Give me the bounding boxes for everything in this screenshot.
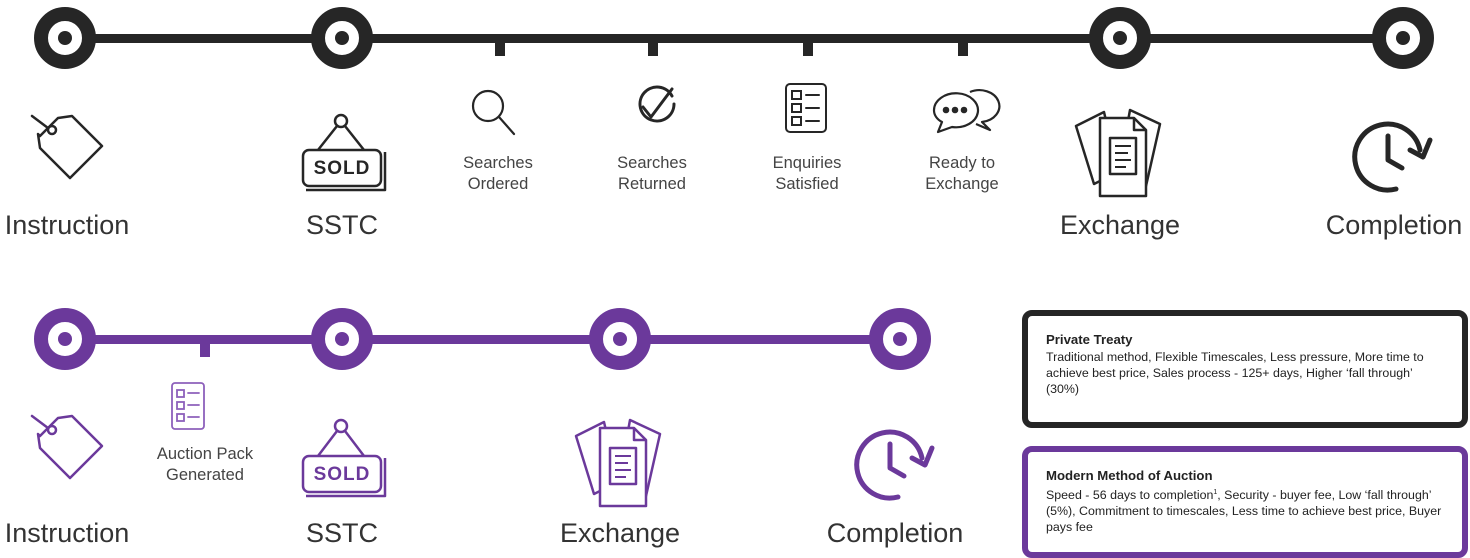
tag-icon [30,114,104,180]
milestone-label-completion: Completion [1325,210,1463,240]
step-line1: Auction Pack [156,445,254,463]
step-label-enquiries-satisfied: Enquiries Satisfied [773,153,842,195]
milestone-label-exchange: Exchange [1059,210,1181,240]
milestone-label-sstc: SSTC [305,210,379,240]
step-line2: Exchange [925,175,999,193]
auction-label-sstc: SSTC [305,518,379,548]
step-label-searches-ordered: Searches Ordered [463,153,533,195]
step-line1: Searches [463,154,533,172]
auction-sold-sign-text: SOLD [313,464,371,485]
milestone-node-sstc [311,7,373,69]
step-label-auction-pack: Auction Pack Generated [157,444,253,486]
milestone-node-instruction [34,7,96,69]
step-line1: Ready to [928,154,996,172]
auction-documents-icon [574,418,662,508]
mma-body-part1: Speed - 56 days to completion [1046,488,1214,503]
sold-sign-text: SOLD [313,158,371,179]
step-line2: Returned [618,175,686,193]
step-line2: Ordered [467,175,529,193]
auction-node-completion [869,308,931,370]
milestone-label-instruction: Instruction [4,210,130,240]
mma-title: Modern Method of Auction [1046,468,1213,483]
auction-node-exchange [589,308,651,370]
timeline-traditional [34,7,1434,69]
auction-node-sstc [311,308,373,370]
search-icon [471,89,516,136]
step-line1: Enquiries [772,154,842,172]
step-label-searches-returned: Searches Returned [617,153,687,195]
step-line2: Satisfied [775,175,839,193]
auction-label-exchange: Exchange [559,518,681,548]
milestone-node-completion [1372,7,1434,69]
auction-label-instruction: Instruction [4,518,130,548]
step-line2: Generated [166,466,244,484]
auction-checklist-icon [171,382,205,430]
auction-tag-icon [30,414,104,480]
private-treaty-body: Traditional method, Flexible Timescales,… [1046,350,1424,396]
clock-icon [1352,121,1433,193]
mma-box: Modern Method of Auction Speed - 56 days… [1022,446,1468,558]
milestone-node-exchange [1089,7,1151,69]
checklist-icon [785,83,827,133]
auction-label-completion: Completion [826,518,964,548]
private-treaty-box: Private Treaty Traditional method, Flexi… [1022,310,1468,428]
checkmark-icon [638,85,676,123]
documents-icon [1074,108,1162,198]
private-treaty-title: Private Treaty [1046,332,1133,347]
timeline-auction [34,308,931,370]
auction-clock-icon [854,429,935,501]
step-line1: Searches [617,154,687,172]
chat-bubbles-icon [932,89,1001,134]
auction-node-instruction [34,308,96,370]
step-label-ready-to-exchange: Ready to Exchange [925,153,998,195]
